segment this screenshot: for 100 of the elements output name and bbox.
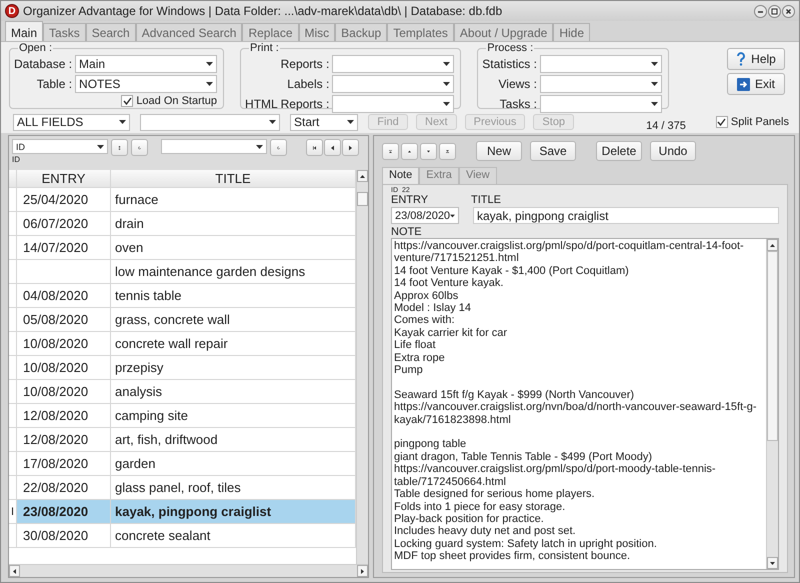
field-dropdown[interactable]: ALL FIELDS <box>13 114 130 130</box>
action-button[interactable]: Undo <box>650 141 696 161</box>
table-cell: 06/07/2020 <box>17 212 111 236</box>
row-header <box>9 524 17 548</box>
group-title: Open : <box>18 42 54 54</box>
date-field[interactable]: 23/08/2020 <box>391 207 459 224</box>
dropdown[interactable]: Main <box>75 55 218 73</box>
dropdown[interactable] <box>332 55 454 73</box>
sort-dropdown[interactable]: ID <box>12 139 108 154</box>
field-label: Reports : <box>280 57 330 71</box>
dropdown[interactable] <box>540 55 662 73</box>
close-icon <box>782 4 795 18</box>
dropdown[interactable] <box>540 95 662 113</box>
table-cell: 10/08/2020 <box>17 356 111 380</box>
note-line: venture/7171521251.html <box>394 252 520 265</box>
last-record-button[interactable] <box>439 142 456 160</box>
exit-button[interactable]: Exit <box>727 73 785 95</box>
note-line: Locking guard system: Safety latch in upright position. <box>394 538 658 550</box>
scroll-up-button[interactable] <box>767 239 778 251</box>
scroll-left-button[interactable] <box>9 565 20 577</box>
tab[interactable]: Tasks <box>43 23 86 41</box>
dropdown[interactable] <box>332 75 454 93</box>
dropdown[interactable] <box>540 75 662 93</box>
column-header[interactable]: ENTRY <box>17 170 111 188</box>
note-line: giant dragon, Table Tennis Table - $499 (Port Moody) <box>394 450 654 464</box>
help-button[interactable]: Help <box>727 48 785 70</box>
scrollbar[interactable] <box>356 170 368 564</box>
table-cell: grass, concrete wall <box>111 308 356 332</box>
dropdown[interactable]: NOTES <box>75 75 218 93</box>
field-label: Views : <box>498 77 537 91</box>
minimize-icon <box>754 4 767 18</box>
title-field[interactable]: kayak, pingpong craiglist <box>473 207 779 224</box>
dropdown[interactable] <box>332 95 454 113</box>
tab[interactable]: Templates <box>387 23 454 41</box>
caret-icon <box>97 144 104 148</box>
caret-icon <box>443 62 450 66</box>
table-cell: garden <box>111 452 356 476</box>
scroll-thumb[interactable] <box>767 251 778 441</box>
checkbox[interactable] <box>121 95 134 107</box>
table-cell: 25/04/2020 <box>17 188 111 212</box>
note-line: table/7172450664.html <box>394 476 507 488</box>
refresh-button[interactable] <box>270 139 287 156</box>
scroll-right-button[interactable] <box>357 565 368 577</box>
field-label: NOTE <box>391 226 423 238</box>
table-cell: analysis <box>111 380 356 404</box>
right-triangle-icon <box>349 144 352 152</box>
maximize-icon <box>768 4 781 18</box>
note-line: https://vancouver.craigslist.org/nvn/boa/d/north-vancouver-seaward-15ft-g- <box>394 401 758 414</box>
next-record-button[interactable] <box>342 139 359 156</box>
field-label: Database : <box>14 57 72 71</box>
mode-dropdown[interactable]: Start <box>290 114 358 130</box>
record-count: 14 / 375 <box>646 120 686 132</box>
scroll-up-button[interactable] <box>357 170 368 182</box>
caret-icon <box>206 82 214 86</box>
note-field[interactable] <box>391 238 779 570</box>
note-line: Comes with: <box>394 314 456 327</box>
caret-icon <box>650 82 658 86</box>
action-button[interactable]: New <box>476 141 522 161</box>
note-line: Kayak carrier kit for car <box>394 326 508 340</box>
table-cell: low maintenance garden designs <box>111 260 356 284</box>
table-cell: 23/08/2020 <box>17 500 111 524</box>
filter-dropdown[interactable] <box>161 139 267 154</box>
tab[interactable]: About / Upgrade <box>454 23 554 41</box>
tab[interactable]: Main <box>5 21 44 41</box>
note-line: Includes heavy duty net and post set. <box>394 525 577 538</box>
scrollbar[interactable] <box>766 239 778 569</box>
action-button[interactable]: Save <box>530 141 576 161</box>
table-cell: przepisy <box>111 356 356 380</box>
search-field[interactable] <box>140 114 280 130</box>
column-header[interactable]: TITLE <box>111 170 356 188</box>
table-cell: camping site <box>111 404 356 428</box>
sort-button[interactable] <box>111 139 128 156</box>
scrollbar[interactable] <box>9 564 368 577</box>
tab[interactable]: Backup <box>335 23 388 41</box>
table-cell: concrete wall repair <box>111 332 356 356</box>
group-title: Process : <box>486 42 534 54</box>
table-cell: 04/08/2020 <box>17 284 111 308</box>
note-line: kayak/7161823898.html <box>394 414 512 426</box>
window-title: Organizer Advantage for Windows | Data Folder: ...\adv-marek\data\db\ | Database: db.fdb <box>23 4 504 18</box>
scroll-thumb[interactable] <box>357 192 368 206</box>
tab[interactable]: Search <box>86 23 136 41</box>
scroll-down-button[interactable] <box>767 557 778 569</box>
sort-caption: ID <box>12 155 21 164</box>
caret-icon <box>450 214 455 218</box>
field-label: Table : <box>36 77 72 91</box>
caret-icon <box>206 62 214 66</box>
caret-icon <box>650 62 658 66</box>
tab[interactable]: Advanced Search <box>136 23 242 41</box>
tab[interactable]: Note <box>382 167 420 184</box>
tab[interactable]: Replace <box>242 23 298 41</box>
first-record-button[interactable] <box>382 142 399 160</box>
action-button[interactable]: Delete <box>596 141 642 161</box>
previous-record-button[interactable] <box>324 139 341 156</box>
checkbox[interactable] <box>716 116 728 128</box>
tab[interactable]: Hide <box>553 23 590 41</box>
tab[interactable]: Misc <box>298 23 336 41</box>
table-cell: oven <box>111 236 356 260</box>
refresh-button[interactable] <box>131 139 148 156</box>
note-line: Model : Islay 14 <box>394 302 472 314</box>
skip-back-icon <box>313 144 316 152</box>
